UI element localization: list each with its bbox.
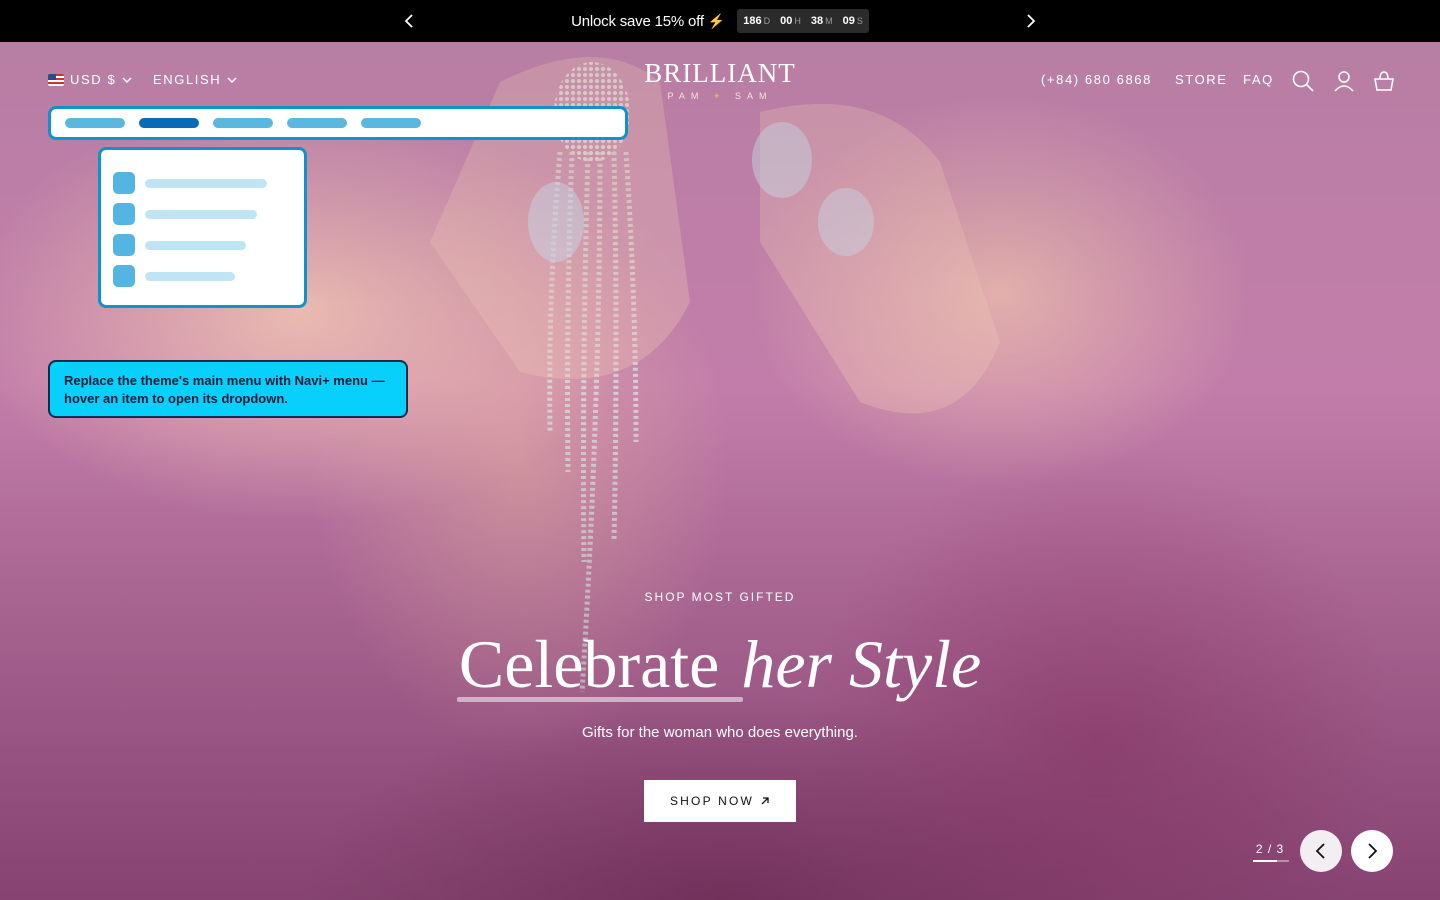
dropdown-preview-row[interactable] [113,172,304,194]
dropdown-item-placeholder [145,178,267,188]
currency-selector[interactable]: USD $ [48,72,132,87]
arrow-up-right-icon [761,797,769,805]
search-icon [1292,70,1314,92]
announcement-bar: Unlock save 15% off ⚡ 186 D 00 H 38 M 09 S [0,0,1440,42]
language-selector[interactable]: ENGLISH [153,72,237,87]
slide-next-button[interactable] [1351,830,1393,872]
countdown-seconds: 09 S [842,15,863,27]
shop-now-button[interactable]: SHOP NOW [644,780,796,822]
dropdown-item-placeholder [145,271,235,281]
account-icon [1334,71,1354,92]
nav-faq-link[interactable]: FAQ [1243,72,1274,87]
headline-regular: Celebrate [458,626,720,702]
chevron-down-icon [227,77,237,83]
slide-prev-button[interactable] [1300,830,1342,872]
menu-preview-item[interactable] [361,118,421,128]
bolt-icon: ⚡ [707,12,726,29]
hero-headline: Celebrate her Style [0,624,1440,704]
dropdown-preview-row[interactable] [113,234,304,256]
chevron-right-icon [1027,14,1036,28]
chevron-left-icon [404,14,413,28]
menu-preview-item[interactable] [287,118,347,128]
search-button[interactable] [1291,69,1315,93]
chevron-down-icon [122,77,132,83]
dropdown-preview-row[interactable] [113,203,304,225]
chevron-right-icon [1368,843,1378,859]
logo-tagline: PAM ✦ SAM [667,91,773,101]
dropdown-preview-row[interactable] [113,265,304,287]
language-label: ENGLISH [153,72,222,87]
dropdown-item-icon [113,172,135,194]
menu-preview-item[interactable] [213,118,273,128]
countdown-timer: 186 D 00 H 38 M 09 S [737,9,869,33]
logo-wordmark: BRILLIANT [644,58,796,88]
countdown-days: 186 D [743,15,771,27]
announcement-prev-button[interactable] [390,0,430,42]
cart-button[interactable] [1372,69,1396,93]
dropdown-item-placeholder [145,240,246,250]
menu-preview-item[interactable] [65,118,125,128]
phone-link[interactable]: (+84) 680 6868 [1041,72,1152,87]
us-flag-icon [48,73,64,86]
site-logo[interactable]: BRILLIANT PAM ✦ SAM [620,58,820,102]
menu-preview-item-active[interactable] [139,118,199,128]
headline-underline [457,697,743,702]
cart-icon [1374,71,1394,91]
hero-eyebrow: SHOP MOST GIFTED [644,590,796,604]
navi-dropdown-preview [98,147,307,308]
currency-label: USD $ [70,72,117,87]
dropdown-item-icon [113,203,135,225]
announcement-next-button[interactable] [1010,0,1050,42]
slide-progress-bar [1253,860,1289,862]
navi-hint-tooltip: Replace the theme's main menu with Navi+… [48,360,408,418]
shop-now-label: SHOP NOW [669,794,755,808]
dropdown-item-placeholder [145,209,257,219]
navi-menu-preview-bar[interactable] [48,106,628,140]
slide-progress-fill [1253,860,1277,862]
logo-star-icon: ✦ [712,91,727,101]
countdown-hours: 00 H [780,15,801,27]
dropdown-item-icon [113,234,135,256]
account-button[interactable] [1332,69,1356,93]
chevron-left-icon [1315,843,1325,859]
countdown-minutes: 38 M [810,15,833,27]
announcement-text: Unlock save 15% off [571,12,704,30]
headline-italic: her Style [741,626,982,702]
nav-store-link[interactable]: STORE [1175,72,1228,87]
dropdown-item-icon [113,265,135,287]
hero-subtext: Gifts for the woman who does everything. [582,724,858,741]
slide-counter: 2 / 3 [1255,842,1285,856]
